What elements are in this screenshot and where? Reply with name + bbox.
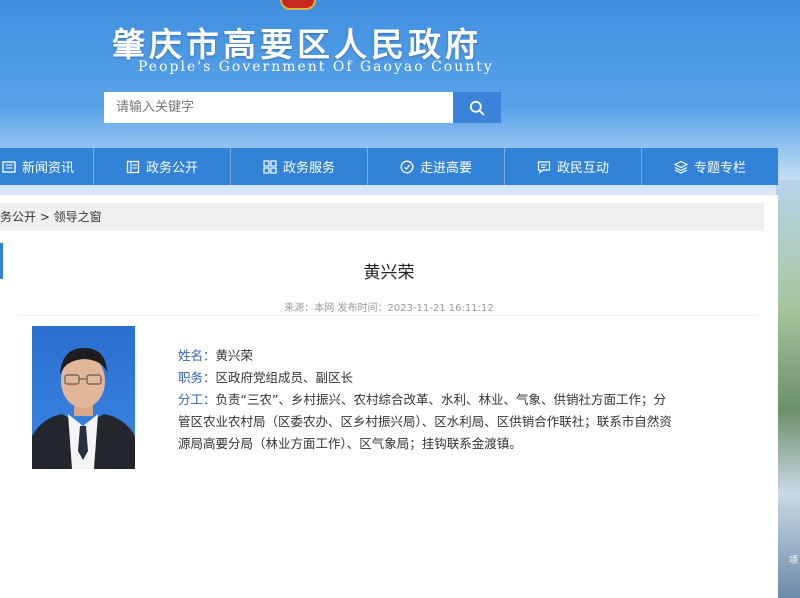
nav-item-label: 政务服务 <box>282 161 335 176</box>
position-label: 职务： <box>178 370 216 385</box>
nav-item-label: 专题专栏 <box>693 161 746 176</box>
search-button[interactable] <box>453 92 501 123</box>
nav-item-label: 走进高要 <box>419 161 472 176</box>
search-input[interactable] <box>104 92 453 123</box>
name-value: 黄兴荣 <box>215 348 254 363</box>
search-bar <box>104 92 501 123</box>
nav-item-label: 政民互动 <box>556 161 609 176</box>
breadcrumb[interactable]: 务公开 > 领导之窗 <box>0 203 764 231</box>
name-label: 姓名： <box>178 348 216 363</box>
nav-item-news[interactable]: 新闻资讯 <box>0 148 94 185</box>
national-emblem-icon <box>280 0 316 10</box>
nav-item-about-gaoyao[interactable]: 走进高要 <box>368 148 505 185</box>
nav-item-label: 政务公开 <box>145 161 198 176</box>
nav-item-special-topics[interactable]: 专题专栏 <box>642 148 778 185</box>
nav-item-interaction[interactable]: 政民互动 <box>505 148 642 185</box>
chat-icon <box>537 160 551 174</box>
search-icon <box>469 100 485 115</box>
site-subtitle: People's Government Of Gaoyao County <box>138 59 494 75</box>
article-title: 黄兴荣 <box>363 263 415 283</box>
nav-item-label: 新闻资讯 <box>22 161 75 176</box>
document-icon <box>126 160 140 174</box>
grid-icon <box>263 159 277 174</box>
duty-label: 分工： <box>178 392 216 407</box>
position-row: 职务：区政府党组成员、副区长 <box>178 367 678 389</box>
nav-item-gov-affairs-open[interactable]: 政务公开 <box>94 148 231 185</box>
content-panel: 务公开 > 领导之窗 黄兴荣 来源：本网 发布时间：2023-11-21 16:… <box>0 195 778 598</box>
name-row: 姓名：黄兴荣 <box>178 345 678 367</box>
leader-photo <box>32 326 135 469</box>
divider <box>18 315 758 316</box>
main-nav: 新闻资讯 政务公开 政务服务 走进高要 政民互动 专题专栏 <box>0 148 778 185</box>
duty-value: 负责“三农”、乡村振兴、农村综合改革、水利、林业、气象、供销社方面工作；分管区农… <box>178 392 672 451</box>
background-scenery: 项 <box>776 180 800 598</box>
compass-icon <box>400 160 414 174</box>
article-meta: 来源：本网 发布时间：2023-11-21 16:11:12 <box>284 303 494 314</box>
leader-info: 姓名：黄兴荣 职务：区政府党组成员、副区长 分工：负责“三农”、乡村振兴、农村综… <box>178 345 678 455</box>
portrait-image <box>32 348 135 469</box>
position-value: 区政府党组成员、副区长 <box>215 370 354 385</box>
news-icon <box>2 160 16 174</box>
layers-icon <box>673 160 688 174</box>
duty-row: 分工：负责“三农”、乡村振兴、农村综合改革、水利、林业、气象、供销社方面工作；分… <box>178 389 678 455</box>
side-caption: 项 <box>788 556 798 566</box>
nav-item-gov-services[interactable]: 政务服务 <box>231 148 368 185</box>
